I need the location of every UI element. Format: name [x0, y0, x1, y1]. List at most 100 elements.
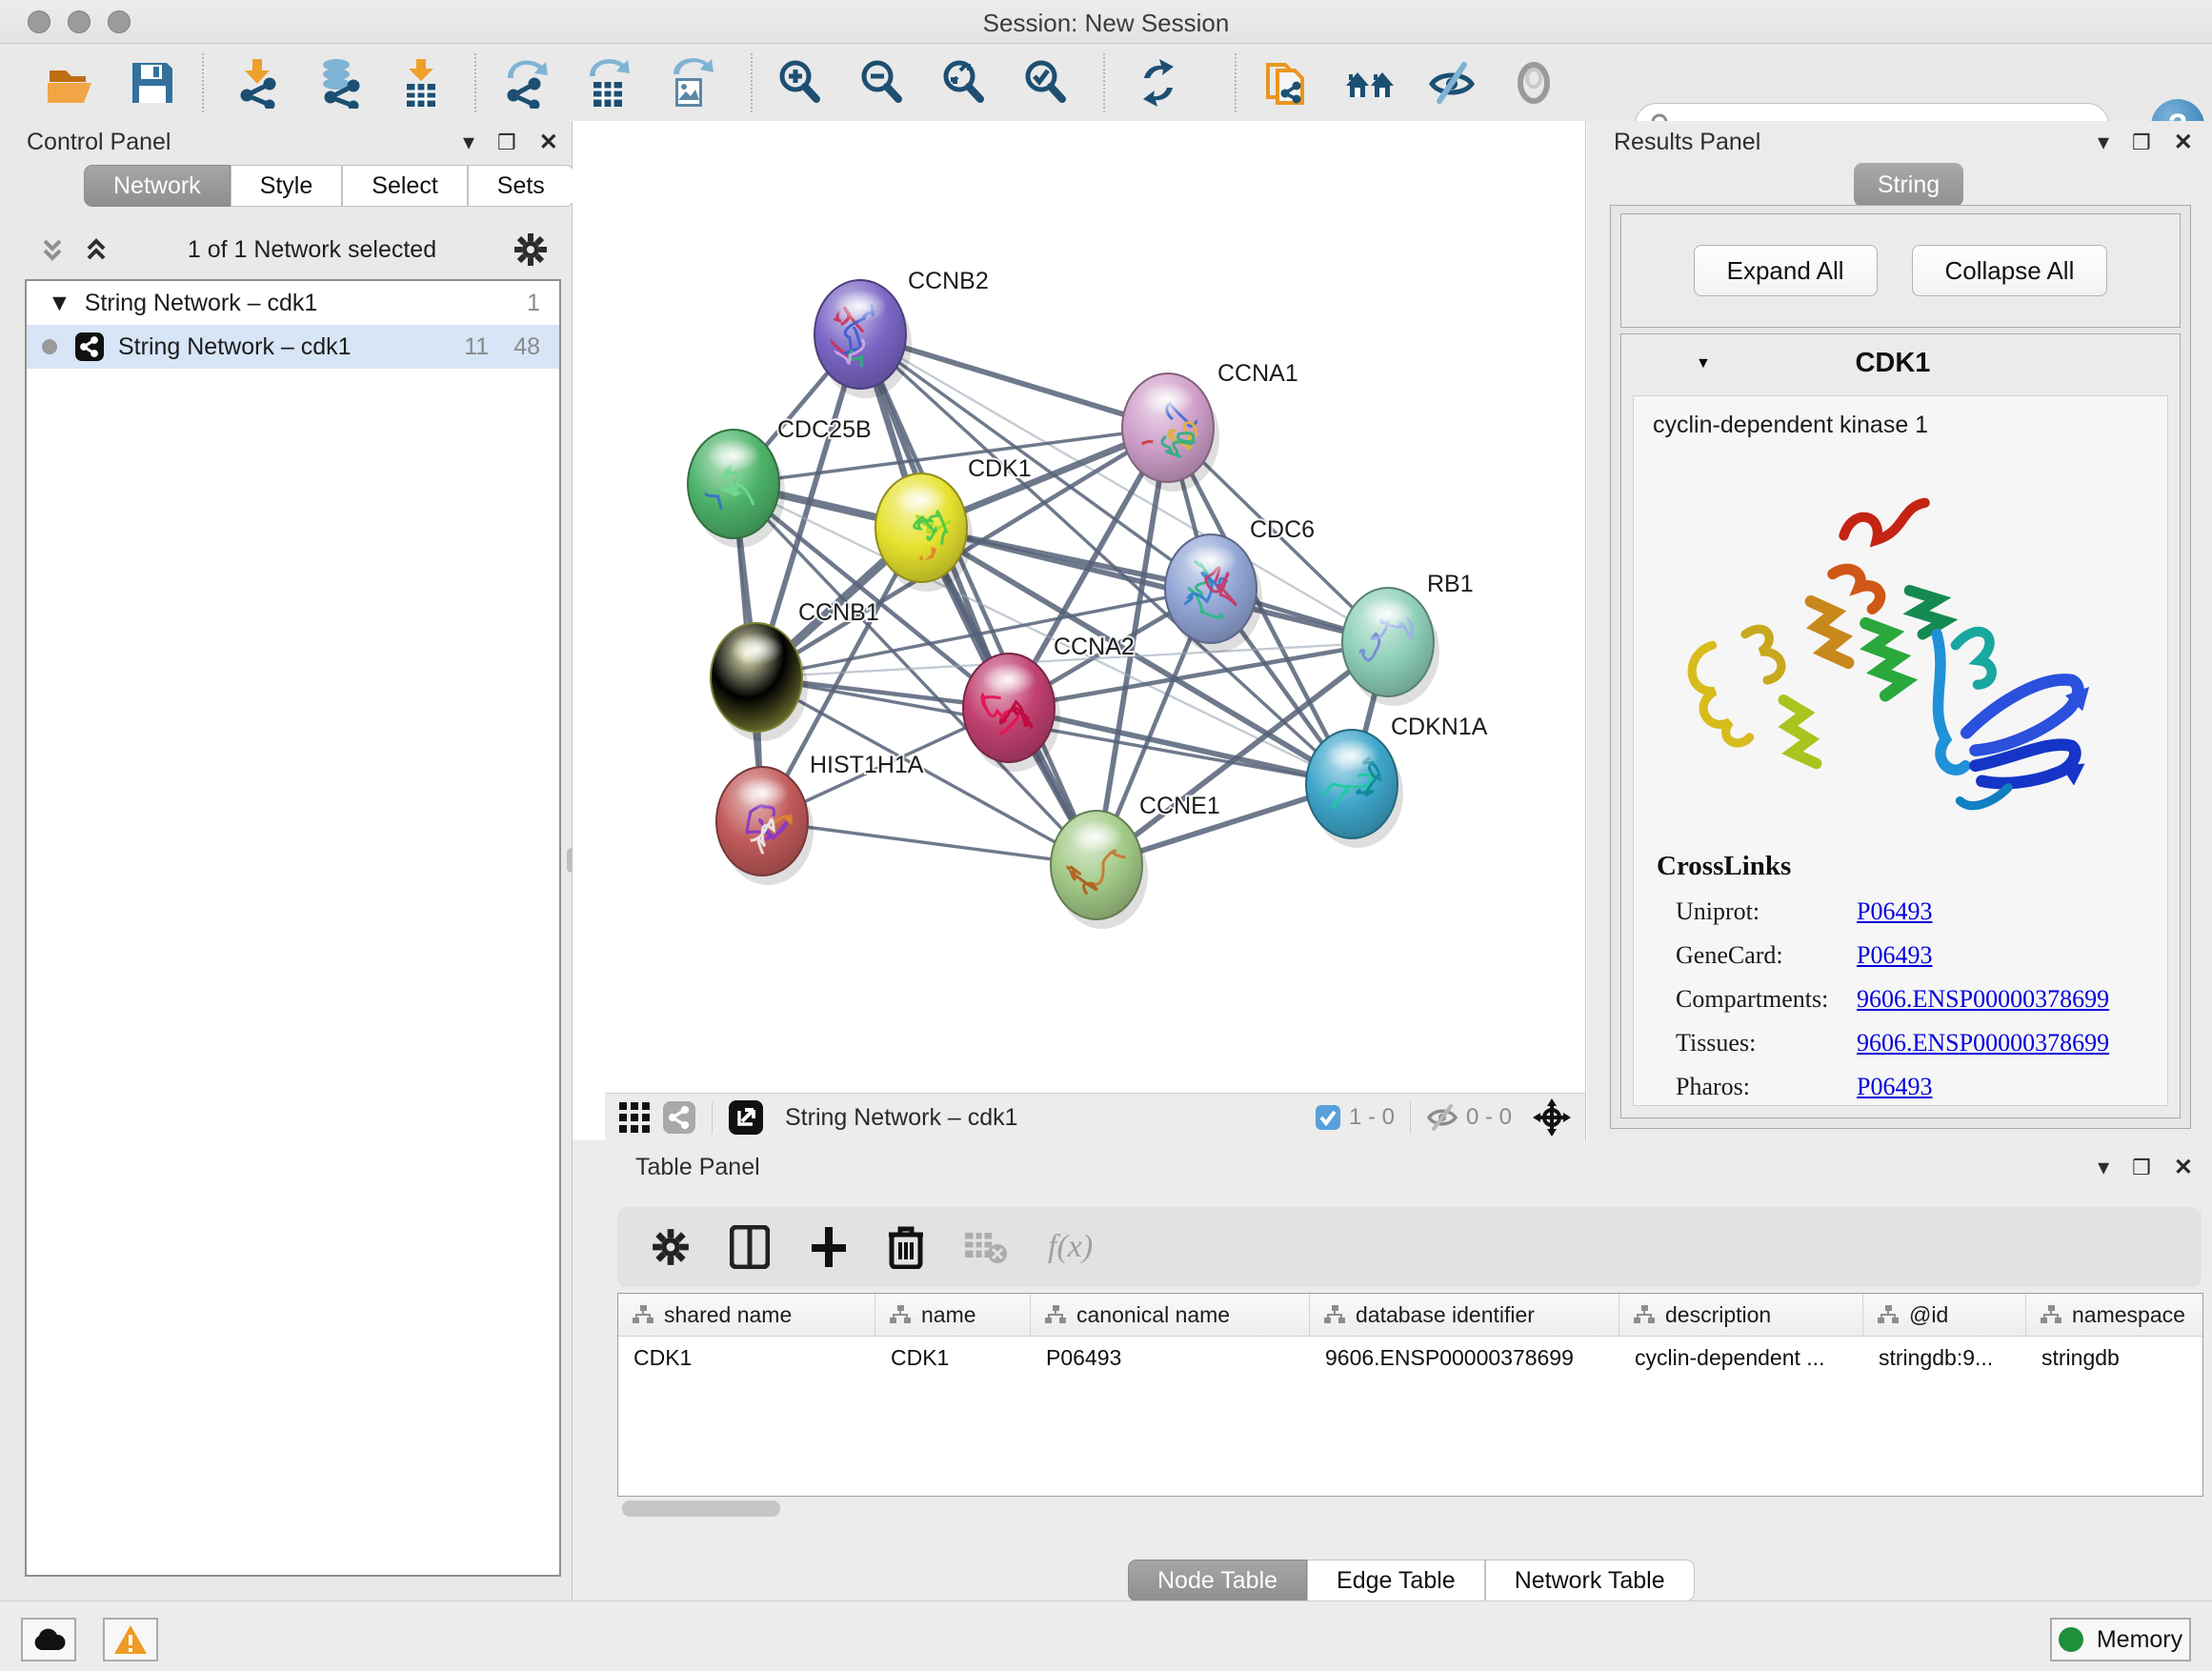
node-label-hist1h1a: HIST1H1A: [810, 752, 924, 778]
zoom-in-icon[interactable]: [774, 56, 827, 110]
crosslink-row: GeneCard:P06493: [1676, 941, 2167, 970]
cloud-icon: [31, 1627, 66, 1652]
tree-expand-icon[interactable]: ▼: [48, 290, 71, 317]
results-panel: Results Panel ▾ ❒ ✕ String Expand All Co…: [1587, 121, 2212, 1140]
column-header-namespace[interactable]: namespace: [2026, 1294, 2203, 1336]
table-cell[interactable]: CDK1: [618, 1337, 875, 1379]
node-label-rb1: RB1: [1427, 571, 1474, 597]
table-panel: Table Panel ▾ ❒ ✕ f(x): [573, 1140, 2212, 1601]
add-column-plus-icon[interactable]: [810, 1225, 848, 1269]
refresh-icon[interactable]: [1132, 56, 1185, 110]
results-panel-collapse-icon[interactable]: ▾: [2098, 129, 2109, 156]
crosslink-row: Pharos:P06493: [1676, 1073, 2167, 1101]
table-row[interactable]: CDK1CDK1P064939606.ENSP00000378699cyclin…: [618, 1337, 2202, 1379]
canvas-results-divider: [1585, 121, 1586, 1140]
node-table[interactable]: shared namenamecanonical namedatabase id…: [617, 1293, 2203, 1497]
bottom-status-bar: Memory: [0, 1601, 2212, 1671]
tab-string[interactable]: String: [1854, 163, 1963, 207]
tab-sets[interactable]: Sets: [468, 165, 574, 207]
export-network-icon[interactable]: [499, 56, 553, 110]
crosslinks-list: Uniprot:P06493GeneCard:P06493Compartment…: [1634, 897, 2167, 1101]
network-view-statusbar: String Network – cdk1 1 - 0 0 - 0: [605, 1093, 1586, 1141]
column-header-database-identifier[interactable]: database identifier: [1310, 1294, 1619, 1336]
crosslink-row: Uniprot:P06493: [1676, 897, 2167, 926]
table-cell[interactable]: stringdb: [2026, 1337, 2203, 1379]
show-all-eye-icon[interactable]: [1507, 56, 1560, 110]
protein-collapse-icon[interactable]: ▼: [1696, 355, 1711, 372]
tab-node-table[interactable]: Node Table: [1128, 1560, 1307, 1601]
crosslink-link[interactable]: P06493: [1857, 1073, 1932, 1101]
crosslink-link[interactable]: 9606.ENSP00000378699: [1857, 1029, 2109, 1057]
selected-checkbox-icon[interactable]: [1315, 1104, 1341, 1131]
network-row-selected[interactable]: String Network – cdk1 11 48: [27, 325, 559, 369]
zoom-out-icon[interactable]: [855, 56, 909, 110]
zoom-fit-icon[interactable]: [937, 56, 991, 110]
tab-edge-table[interactable]: Edge Table: [1307, 1560, 1485, 1601]
expand-all-button[interactable]: Expand All: [1694, 245, 1878, 296]
save-session-icon[interactable]: [126, 56, 179, 110]
fit-selected-crosshair-icon[interactable]: [1533, 1098, 1571, 1137]
crosslinks-title: CrossLinks: [1657, 851, 2167, 882]
column-type-icon: [1323, 1305, 1346, 1324]
table-cell[interactable]: cyclin-dependent ...: [1619, 1337, 1863, 1379]
table-cell[interactable]: 9606.ENSP00000378699: [1310, 1337, 1619, 1379]
layout-houses-icon[interactable]: [1343, 56, 1397, 110]
results-panel-close-icon[interactable]: ✕: [2174, 129, 2193, 156]
table-panel-close-icon[interactable]: ✕: [2174, 1154, 2193, 1181]
table-settings-gear-icon[interactable]: [652, 1228, 690, 1266]
crosslink-link[interactable]: P06493: [1857, 941, 1932, 970]
cloud-button[interactable]: [21, 1618, 76, 1661]
selected-count: 1 - 0: [1349, 1104, 1395, 1131]
delete-column-trash-icon[interactable]: [888, 1225, 924, 1269]
birdseye-grid-icon[interactable]: [618, 1101, 651, 1134]
table-horizontal-scrollbar[interactable]: [622, 1500, 780, 1517]
import-network-file-icon[interactable]: [231, 56, 284, 110]
tab-network[interactable]: Network: [84, 165, 231, 207]
control-panel-close-icon[interactable]: ✕: [539, 129, 558, 156]
network-collection-row[interactable]: ▼ String Network – cdk1 1: [27, 281, 559, 325]
crosslink-link[interactable]: 9606.ENSP00000378699: [1857, 985, 2109, 1014]
open-in-browser-icon[interactable]: [728, 1099, 764, 1136]
column-header-description[interactable]: description: [1619, 1294, 1863, 1336]
table-panel-collapse-icon[interactable]: ▾: [2098, 1154, 2109, 1181]
tab-style[interactable]: Style: [231, 165, 343, 207]
function-builder-icon: f(x): [1048, 1229, 1093, 1265]
table-cell[interactable]: CDK1: [875, 1337, 1031, 1379]
results-panel-float-icon[interactable]: ❒: [2132, 131, 2151, 155]
crosslink-label: Pharos:: [1676, 1073, 1857, 1101]
memory-status-icon: [2059, 1627, 2083, 1652]
control-panel-collapse-icon[interactable]: ▾: [463, 129, 474, 156]
warning-button[interactable]: [103, 1618, 158, 1661]
table-panel-float-icon[interactable]: ❒: [2132, 1156, 2151, 1180]
column-header-name[interactable]: name: [875, 1294, 1031, 1336]
export-table-icon[interactable]: [581, 56, 634, 110]
delete-table-icon: [964, 1230, 1008, 1264]
tab-network-table[interactable]: Network Table: [1485, 1560, 1695, 1601]
expand-all-networks-icon[interactable]: [82, 235, 111, 264]
import-table-file-icon[interactable]: [394, 56, 448, 110]
table-cell[interactable]: stringdb:9...: [1863, 1337, 2026, 1379]
network-canvas[interactable]: CCNB2CCNA1CDC25BCDK1CDC6RB1CCNB1CCNA2CDK…: [573, 121, 1586, 1140]
column-header--id[interactable]: @id: [1863, 1294, 2026, 1336]
open-session-icon[interactable]: [44, 56, 97, 110]
hide-selected-eye-icon[interactable]: [1425, 56, 1478, 110]
tab-select[interactable]: Select: [342, 165, 467, 207]
control-panel-float-icon[interactable]: ❒: [497, 131, 516, 155]
export-image-icon[interactable]: [663, 56, 716, 110]
collapse-all-button[interactable]: Collapse All: [1912, 245, 2108, 296]
clone-network-icon[interactable]: [1261, 56, 1315, 110]
network-graph[interactable]: CCNB2CCNA1CDC25BCDK1CDC6RB1CCNB1CCNA2CDK…: [573, 121, 1586, 1093]
crosslink-link[interactable]: P06493: [1857, 897, 1932, 926]
table-cell[interactable]: P06493: [1031, 1337, 1310, 1379]
import-network-database-icon[interactable]: [312, 56, 366, 110]
table-header-row[interactable]: shared namenamecanonical namedatabase id…: [618, 1294, 2202, 1337]
network-options-gear-icon[interactable]: [513, 232, 548, 267]
show-columns-icon[interactable]: [730, 1225, 770, 1269]
column-header-canonical-name[interactable]: canonical name: [1031, 1294, 1310, 1336]
network-share-gray-icon[interactable]: [662, 1100, 696, 1135]
column-header-shared-name[interactable]: shared name: [618, 1294, 875, 1336]
collapse-all-networks-icon[interactable]: [38, 235, 67, 264]
memory-button[interactable]: Memory: [2050, 1618, 2191, 1661]
zoom-selected-icon[interactable]: [1019, 56, 1073, 110]
column-type-icon: [632, 1305, 654, 1324]
